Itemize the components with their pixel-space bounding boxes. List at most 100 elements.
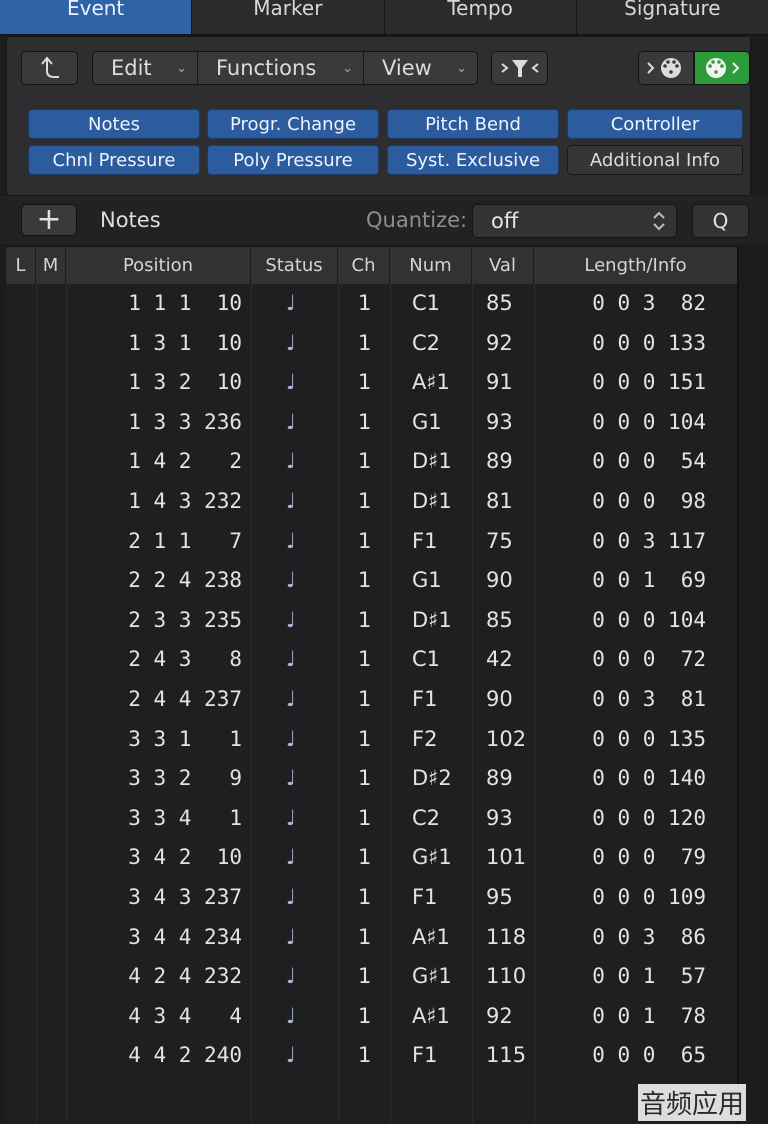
table-row[interactable]: 1 3 3 236 ♩ 1 G1 93 0 0 0 104 [6,403,737,443]
position-cell: 2 4 4 237 [128,687,242,711]
column-num[interactable]: Num [390,247,472,285]
table-row[interactable]: 3 4 2 10 ♩ 1 G♯1 101 0 0 0 79 [6,838,737,878]
filter-notes[interactable]: Notes [28,109,200,139]
val-cell: 115 [486,1043,527,1068]
val-cell: 92 [486,1003,513,1028]
filter-additional-info[interactable]: Additional Info [567,145,743,175]
table-row[interactable]: 2 2 4 238 ♩ 1 G1 90 0 0 1 69 [6,561,737,601]
tab-marker[interactable]: Marker [192,0,385,34]
position-cell: 1 3 3 236 [128,409,242,434]
num-cell: F1 [412,528,438,553]
midi-out-icon [706,58,740,78]
quarter-note-icon: ♩ [286,528,296,553]
length-info-cell: 0 0 3 82 [592,291,706,315]
channel-cell: 1 [358,409,372,434]
table-row[interactable]: 4 4 2 240 ♩ 1 F1 115 0 0 0 65 [6,1036,737,1076]
length-info-cell: 0 0 0 54 [592,449,706,474]
channel-cell: 1 [358,885,372,909]
val-cell: 110 [486,964,527,989]
table-row[interactable]: 4 2 4 232 ♩ 1 G♯1 110 0 0 1 57 [6,957,737,997]
filter-channel-pressure[interactable]: Chnl Pressure [28,145,200,175]
quantize-label: Quantize: [366,208,468,232]
channel-cell: 1 [358,805,372,830]
val-cell: 85 [486,607,513,632]
column-length-info[interactable]: Length/Info [534,247,737,285]
num-cell: D♯2 [412,766,452,791]
position-cell: 1 1 1 10 [128,291,242,315]
position-cell: 3 4 3 237 [128,885,242,909]
channel-cell: 1 [358,528,372,553]
table-row[interactable]: 1 3 1 10 ♩ 1 C2 92 0 0 0 133 [6,324,737,364]
val-cell: 93 [486,805,513,830]
filter-system-exclusive[interactable]: Syst. Exclusive [387,145,559,175]
filter-button[interactable] [491,51,548,85]
channel-cell: 1 [358,1003,372,1028]
tab-tempo[interactable]: Tempo [385,0,577,34]
table-row[interactable]: 3 3 4 1 ♩ 1 C2 93 0 0 0 120 [6,799,737,839]
table-row[interactable]: 2 3 3 235 ♩ 1 D♯1 85 0 0 0 104 [6,601,737,641]
column-channel[interactable]: Ch [338,247,390,285]
filter-pitch-bend[interactable]: Pitch Bend [387,109,559,139]
midi-out-button[interactable] [694,51,750,85]
filter-poly-pressure[interactable]: Poly Pressure [207,145,379,175]
functions-menu[interactable]: Functions ⌄ [198,52,364,84]
table-row[interactable]: 1 4 2 2 ♩ 1 D♯1 89 0 0 0 54 [6,442,737,482]
val-cell: 93 [486,409,513,434]
table-row[interactable]: 4 3 4 4 ♩ 1 A♯1 92 0 0 1 78 [6,997,737,1037]
table-row[interactable]: 1 1 1 10 ♩ 1 C1 85 0 0 3 82 [6,284,737,324]
table-row[interactable]: 3 3 2 9 ♩ 1 D♯2 89 0 0 0 140 [6,759,737,799]
column-val[interactable]: Val [472,247,534,285]
table-row[interactable]: 3 3 1 1 ♩ 1 F2 102 0 0 0 135 [6,720,737,760]
length-info-cell: 0 0 3 86 [592,924,706,949]
table-row[interactable]: 1 3 2 10 ♩ 1 A♯1 91 0 0 0 151 [6,363,737,403]
funnel-icon [500,60,539,77]
filter-controller[interactable]: Controller [567,109,743,139]
length-info-cell: 0 0 0 135 [592,726,706,751]
view-menu[interactable]: View ⌄ [364,52,477,84]
quantize-apply-button[interactable]: Q [692,204,749,238]
quarter-note-icon: ♩ [286,924,296,949]
table-row[interactable]: 2 1 1 7 ♩ 1 F1 75 0 0 3 117 [6,522,737,562]
num-cell: A♯1 [412,1003,450,1028]
channel-cell: 1 [358,1043,372,1068]
scrollbar-edge [737,246,739,1124]
val-cell: 89 [486,766,513,791]
tab-event[interactable]: Event [0,0,193,34]
table-row[interactable]: 3 4 4 234 ♩ 1 A♯1 118 0 0 3 86 [6,918,737,958]
column-l[interactable]: L [6,247,36,285]
table-row[interactable]: 2 4 4 237 ♩ 1 F1 90 0 0 3 81 [6,680,737,720]
column-status[interactable]: Status [251,247,338,285]
table-row[interactable]: 3 4 3 237 ♩ 1 F1 95 0 0 0 109 [6,878,737,918]
length-info-cell: 0 0 0 140 [592,766,706,791]
val-cell: 42 [486,647,513,672]
tab-signature[interactable]: Signature [577,0,768,34]
channel-cell: 1 [358,845,372,870]
channel-cell: 1 [358,370,372,395]
quarter-note-icon: ♩ [286,1003,296,1028]
edit-menu[interactable]: Edit ⌄ [93,52,198,84]
num-cell: F1 [412,687,438,711]
position-cell: 3 3 1 1 [128,726,242,751]
chevron-down-icon: ⌄ [176,60,187,76]
num-cell: D♯1 [412,449,452,474]
quarter-note-icon: ♩ [286,885,296,909]
channel-cell: 1 [358,726,372,751]
functions-menu-label: Functions [216,56,317,80]
quarter-note-icon: ♩ [286,370,296,395]
channel-cell: 1 [358,489,372,513]
quantize-select[interactable]: off [472,204,677,238]
table-row[interactable]: 1 4 3 232 ♩ 1 D♯1 81 0 0 0 98 [6,482,737,522]
event-list: 1 1 1 10 ♩ 1 C1 85 0 0 3 82 1 3 1 10 ♩ 1 C2 92 0 0 … [6,284,737,1124]
midi-in-button[interactable] [638,51,694,85]
column-m[interactable]: M [36,247,66,285]
table-row[interactable]: 2 4 3 8 ♩ 1 C1 42 0 0 0 72 [6,640,737,680]
length-info-cell: 0 0 1 78 [592,1003,706,1028]
num-cell: G1 [412,568,442,593]
midi-in-icon [647,58,681,78]
add-event-button[interactable]: + [21,204,77,236]
position-cell: 1 3 2 10 [128,370,242,395]
column-position[interactable]: Position [66,247,251,285]
hierarchy-up-button[interactable] [21,51,78,85]
up-down-chevron-icon [653,211,665,231]
filter-program-change[interactable]: Progr. Change [207,109,379,139]
